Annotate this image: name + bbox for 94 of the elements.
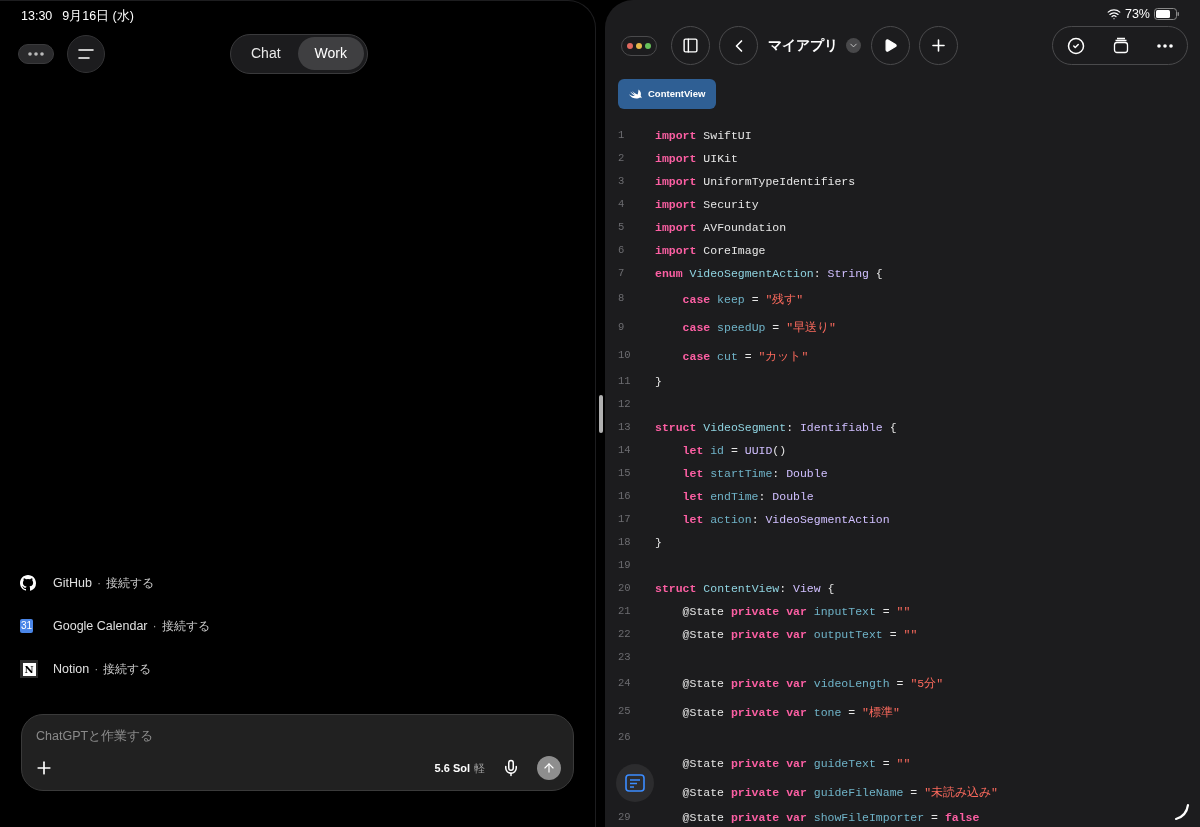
line-number: 17 [618,512,631,528]
code-line: case cut = "カット" [681,348,809,365]
line-number: 2 [618,150,625,166]
notion-icon: N [20,660,38,678]
code-line: import UIKit [655,150,738,167]
connect-link[interactable]: 接続する [103,660,152,678]
code-line: case keep = "残す" [681,291,804,308]
check-icon [1067,36,1085,55]
code-line: @State private var guideText = "" [681,756,911,773]
split-handle[interactable] [598,394,603,433]
model-mode[interactable]: 軽 [474,759,485,776]
line-number: 11 [618,374,631,390]
separator-dot: · [96,574,102,592]
code-line: let action: VideoSegmentAction [681,512,890,529]
integration-name[interactable]: Notion [53,659,90,679]
code-line: enum VideoSegmentAction: String { [655,265,883,282]
menu-button[interactable] [67,34,105,73]
line-number: 6 [618,242,625,258]
code-line: struct ContentView: View { [655,581,835,598]
line-number: 13 [618,420,631,436]
project-title[interactable]: マイアプリ [768,35,838,56]
resize-handle-icon [1174,803,1190,821]
model-name[interactable]: 5.6 Sol [434,759,470,776]
line-number: 23 [618,650,631,666]
code-line: import UniformTypeIdentifiers [655,173,856,190]
separator-dot: · [152,617,157,635]
status-date: 9月16日 (水) [62,8,134,25]
integration-name[interactable]: GitHub [53,573,92,593]
code-line: let endTime: Double [681,489,814,506]
line-number: 5 [618,219,625,235]
integration-name[interactable]: Google Calendar [53,616,148,636]
line-number: 1 [618,127,625,143]
line-number: 21 [618,604,631,620]
line-number: 18 [618,535,631,551]
line-number: 16 [618,489,631,505]
code-line: import CoreImage [655,242,766,259]
document-icon [625,774,645,792]
github-icon [20,575,36,591]
add-icon [929,36,948,55]
battery-percent: 73% [1124,5,1150,23]
line-number: 3 [618,173,625,189]
code-line: @State private var showFileImporter = false [681,810,980,827]
more-button[interactable] [18,43,54,64]
connect-link[interactable]: 接続する [106,574,155,592]
code-line: @State private var outputText = "" [681,627,918,644]
code-line: @State private var guideFileName = "未読み込み" [681,784,998,801]
code-line: case speedUp = "早送り" [681,320,836,337]
line-number: 29 [618,810,631,826]
message-input[interactable]: ChatGPTと作業する [34,727,561,746]
code-line: @State private var videoLength = "5分" [681,676,944,693]
line-number: 4 [618,196,625,212]
sidebar-icon [682,37,699,54]
more-icon [28,51,44,56]
code-line: import SwiftUI [655,127,752,144]
line-number: 25 [618,704,631,720]
code-line: struct VideoSegment: Identifiable { [655,420,897,437]
line-number: 22 [618,627,631,643]
code-line: let id = UUID() [681,443,787,460]
file-tab[interactable]: ContentView [618,79,717,109]
status-time: 13:30 [21,8,53,25]
line-number: 7 [618,265,625,281]
bird-icon [629,88,642,100]
send-button[interactable] [537,755,561,780]
code-line: @State private var inputText = "" [681,604,911,621]
notes-button[interactable] [616,764,654,802]
code-line: let startTime: Double [681,466,828,483]
separator-dot: · [94,660,99,678]
segment-tab[interactable]: Chat [234,37,298,71]
segment-tab[interactable]: Work [297,37,364,71]
line-number: 15 [618,466,631,482]
code-line: @State private var tone = "標準" [681,704,900,721]
wifi-icon [1106,7,1121,21]
mic-icon [502,758,520,777]
title-dropdown[interactable] [846,38,861,53]
line-number: 8 [618,291,625,307]
play-icon [883,38,898,53]
line-number: 9 [618,319,625,335]
line-number: 10 [618,348,631,364]
code-line: } [655,535,662,552]
connect-link[interactable]: 接続する [161,617,210,635]
line-number: 24 [618,675,631,691]
calendar-icon: 31 [20,619,33,633]
battery-icon [1154,8,1180,20]
code-line: import AVFoundation [655,219,787,236]
line-number: 26 [618,730,631,746]
stack-icon [1113,37,1129,54]
more-icon [1157,43,1173,48]
code-line: import Security [655,196,759,213]
line-number: 20 [618,581,631,597]
line-number: 14 [618,443,631,459]
line-number: 12 [618,397,631,413]
code-line: } [655,374,662,391]
line-number: 19 [618,558,631,574]
menu-icon [78,47,94,60]
